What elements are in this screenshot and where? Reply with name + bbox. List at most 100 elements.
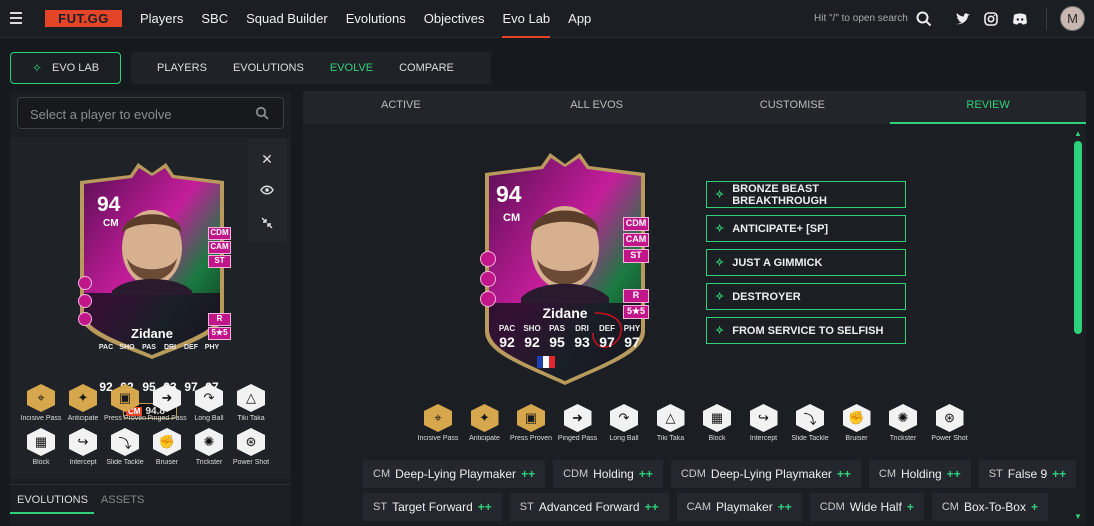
role-plus: ++ [777, 500, 792, 514]
playstyle-anticipate[interactable]: ✦ Anticipate [62, 384, 104, 430]
stat-value: 92 [524, 334, 540, 350]
search-icon[interactable] [915, 10, 933, 28]
arm-icon: ✊ [153, 428, 181, 456]
nav-squad-builder[interactable]: Squad Builder [246, 0, 328, 38]
tab-review[interactable]: REVIEW [890, 91, 1086, 124]
scroll-down-icon[interactable]: ▼ [1074, 512, 1082, 521]
player-role-chip[interactable]: CM Deep-Lying Playmaker ++ [363, 460, 546, 488]
player-role-chip[interactable]: CDM Holding ++ [553, 460, 663, 488]
player-role-chip[interactable]: CM Holding ++ [868, 460, 971, 488]
twitter-icon[interactable] [954, 10, 972, 28]
player-role-chip[interactable]: ST Advanced Forward ++ [509, 493, 669, 521]
playstyle-anticipate[interactable]: ✦ Anticipate [462, 404, 508, 450]
player-role-chip[interactable]: CDM Deep-Lying Playmaker ++ [670, 460, 861, 488]
block-icon: ▦ [27, 428, 55, 456]
eye-icon[interactable] [248, 175, 286, 205]
close-icon[interactable]: ✕ [248, 144, 286, 174]
player-role-chip[interactable]: CM Box-To-Box + [931, 493, 1048, 521]
playstyle-press-proven[interactable]: ▣ Press Proven [508, 404, 554, 450]
playstyle-slide-tackle[interactable]: ⤵ Slide Tackle [104, 428, 146, 474]
role-position: CM [878, 468, 896, 480]
card-position: CM [503, 212, 521, 224]
stat-label: PAC [498, 324, 516, 333]
playstyle-power-shot[interactable]: ⊛ Power Shot [230, 428, 272, 474]
evolution-item[interactable]: ✧ JUST A GIMMICK [706, 249, 906, 276]
playstyle-tiki-taka[interactable]: △ Tiki Taka [230, 384, 272, 430]
subtab-evolutions[interactable]: EVOLUTIONS [233, 62, 304, 74]
stat-label: PHY [204, 344, 220, 351]
evo-lab-button[interactable]: ✧ EVO LAB [10, 52, 121, 84]
playstyle-intercept[interactable]: ↪ Intercept [741, 404, 787, 450]
screen-icon: ▣ [111, 384, 139, 412]
playstyle-long-ball[interactable]: ↷ Long Ball [601, 404, 647, 450]
playstyle-incisive-pass[interactable]: ⌖ Incisive Pass [415, 404, 461, 450]
search-placeholder: Select a player to evolve [30, 107, 172, 122]
playstyle-trickster[interactable]: ✺ Trickster [188, 428, 230, 474]
player-role-chip[interactable]: ST False 9 ++ [978, 460, 1077, 488]
arm-icon: ✊ [842, 404, 871, 432]
curve-icon: ↷ [610, 404, 638, 432]
collapse-icon[interactable] [248, 208, 286, 238]
nav-app[interactable]: App [568, 0, 591, 38]
subtab-compare[interactable]: COMPARE [399, 62, 454, 74]
player-card[interactable]: 94 CM CDM CAM ST R 5★5 Zidane PAC SHO PA… [72, 163, 232, 359]
applied-evolutions-list: ✧ BRONZE BEAST BREAKTHROUGH ✧ ANTICIPATE+ … [706, 181, 906, 351]
search-hint: Hit "/" to open search [814, 13, 908, 24]
left-bottom-tabs: EVOLUTIONS ASSETS [10, 484, 291, 514]
subtab-players[interactable]: PLAYERS [157, 62, 207, 74]
evolved-player-card[interactable]: 94 CM CDM CAM ST R 5★5 Zidane PAC SHO PA… [477, 153, 653, 385]
playstyle-pinged-pass[interactable]: ➜ Pinged Pass [555, 404, 601, 450]
playstyle-bruiser[interactable]: ✊ Bruiser [146, 428, 188, 474]
playstyle-label: Power Shot [232, 459, 270, 466]
role-icon [78, 276, 92, 290]
scrollbar[interactable] [1074, 141, 1082, 334]
playstyle-trickster[interactable]: ✺ Trickster [880, 404, 926, 450]
playstyle-bruiser[interactable]: ✊ Bruiser [834, 404, 880, 450]
playstyle-pinged-pass[interactable]: ➜ Pinged Pass [146, 384, 188, 430]
instagram-icon[interactable] [982, 10, 1000, 28]
subtab-evolve[interactable]: EVOLVE [330, 62, 373, 74]
player-search-input[interactable]: Select a player to evolve [17, 97, 284, 129]
player-role-chip[interactable]: CDM Wide Half + [809, 493, 924, 521]
nav-evo-lab[interactable]: Evo Lab [502, 0, 550, 38]
playstyle-power-shot[interactable]: ⊛ Power Shot [927, 404, 973, 450]
tab-customise[interactable]: CUSTOMISE [695, 91, 891, 124]
role-name: Deep-Lying Playmaker [395, 467, 517, 481]
evolution-item[interactable]: ✧ FROM SERVICE TO SELFISH [706, 317, 906, 344]
player-role-chip[interactable]: CAM Playmaker ++ [676, 493, 802, 521]
evolution-item[interactable]: ✧ ANTICIPATE+ [SP] [706, 215, 906, 242]
tab-assets[interactable]: ASSETS [94, 485, 150, 514]
evolution-item[interactable]: ✧ BRONZE BEAST BREAKTHROUGH [706, 181, 906, 208]
role-position: CDM [819, 501, 845, 513]
playstyle-tiki-taka[interactable]: △ Tiki Taka [648, 404, 694, 450]
evolution-item[interactable]: ✧ DESTROYER [706, 283, 906, 310]
playstyle-label: Long Ball [194, 415, 224, 422]
role-name: Box-To-Box [963, 500, 1026, 514]
playstyle-block[interactable]: ▦ Block [20, 428, 62, 474]
menu-icon[interactable] [10, 12, 22, 24]
tab-active[interactable]: ACTIVE [303, 91, 499, 124]
avatar[interactable]: M [1060, 6, 1085, 31]
search-icon[interactable] [255, 106, 269, 120]
discord-icon[interactable] [1011, 10, 1029, 28]
player-role-chip[interactable]: ST Target Forward ++ [363, 493, 502, 521]
nav-players[interactable]: Players [140, 0, 183, 38]
playstyle-slide-tackle[interactable]: ⤵ Slide Tackle [787, 404, 833, 450]
tab-all-evos[interactable]: ALL EVOS [499, 91, 695, 124]
alt-position: ST [623, 249, 649, 263]
wolf-icon: ✦ [69, 384, 97, 412]
stat-label: DEF [599, 324, 615, 333]
logo[interactable]: FUT.GG [45, 10, 122, 27]
nav-objectives[interactable]: Objectives [424, 0, 485, 38]
curve-icon: ↷ [195, 384, 223, 412]
playstyle-intercept[interactable]: ↪ Intercept [62, 428, 104, 474]
nav-sbc[interactable]: SBC [201, 0, 228, 38]
tab-evolutions[interactable]: EVOLUTIONS [10, 485, 94, 514]
scroll-up-icon[interactable]: ▲ [1074, 129, 1082, 138]
playstyle-incisive-pass[interactable]: ⌖ Incisive Pass [20, 384, 62, 430]
playstyle-press-proven[interactable]: ▣ Press Proven [104, 384, 146, 430]
nav-evolutions[interactable]: Evolutions [346, 0, 406, 38]
playstyle-long-ball[interactable]: ↷ Long Ball [188, 384, 230, 430]
alt-position: CAM [208, 241, 231, 254]
playstyle-block[interactable]: ▦ Block [694, 404, 740, 450]
